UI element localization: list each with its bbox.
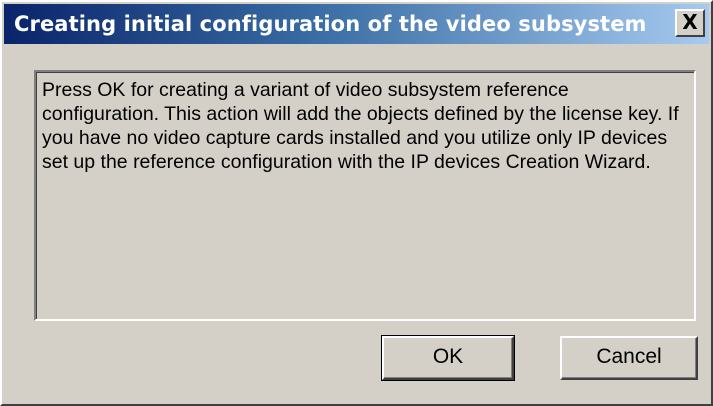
dialog-window: Creating initial configuration of the vi… [0, 0, 713, 406]
ok-button[interactable]: OK [381, 335, 515, 381]
close-button[interactable]: X [675, 9, 705, 37]
cancel-button-label: Cancel [596, 345, 662, 368]
close-icon: X [682, 10, 698, 34]
window-title: Creating initial configuration of the vi… [14, 12, 647, 36]
message-panel: Press OK for creating a variant of video… [34, 70, 696, 321]
message-text: Press OK for creating a variant of video… [42, 79, 679, 173]
title-bar[interactable]: Creating initial configuration of the vi… [4, 4, 709, 44]
cancel-button[interactable]: Cancel [560, 336, 698, 380]
ok-button-label: OK [432, 345, 464, 368]
